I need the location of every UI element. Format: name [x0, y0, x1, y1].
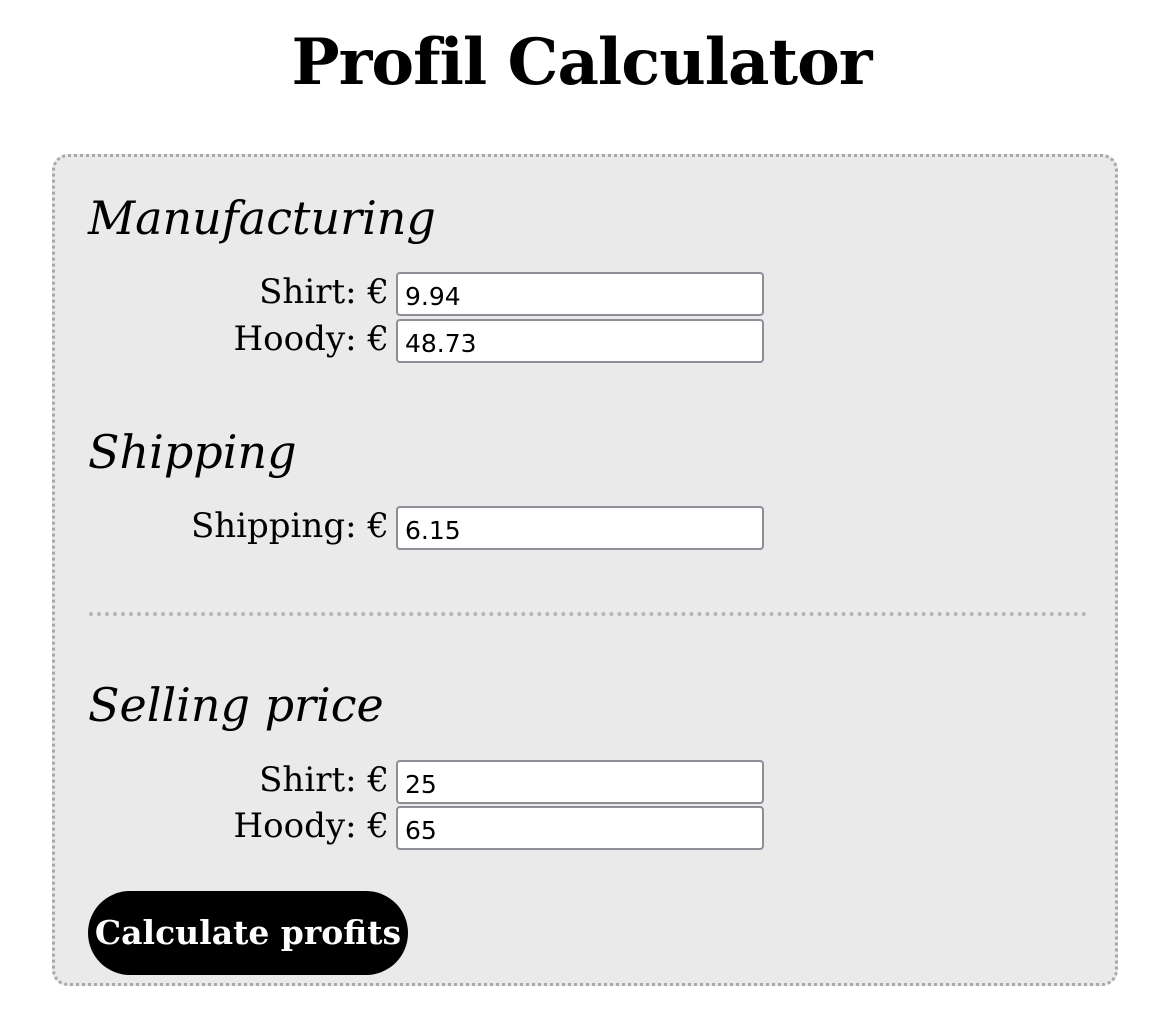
- selling-shirt-row: Shirt: €: [55, 760, 775, 804]
- shipping-row: Shipping: €: [55, 506, 775, 550]
- manufacturing-shirt-input[interactable]: [396, 272, 764, 316]
- manufacturing-shirt-row: Shirt: €: [55, 272, 775, 316]
- manufacturing-hoody-row: Hoody: €: [55, 319, 775, 363]
- selling-shirt-label: Shirt: €: [259, 760, 389, 800]
- section-divider: [89, 612, 1087, 616]
- calculator-form: Manufacturing Shirt: € Hoody: € Shipping…: [52, 154, 1118, 986]
- selling-price-heading: Selling price: [88, 678, 384, 732]
- manufacturing-hoody-input[interactable]: [396, 319, 764, 363]
- manufacturing-shirt-label: Shirt: €: [259, 272, 389, 312]
- calculate-profits-button[interactable]: Calculate profits: [88, 891, 408, 975]
- selling-shirt-input[interactable]: [396, 760, 764, 804]
- manufacturing-heading: Manufacturing: [88, 191, 436, 245]
- selling-hoody-input[interactable]: [396, 806, 764, 850]
- page-title: Profil Calculator: [291, 25, 873, 100]
- shipping-heading: Shipping: [88, 425, 297, 479]
- selling-hoody-row: Hoody: €: [55, 806, 775, 850]
- manufacturing-hoody-label: Hoody: €: [233, 319, 389, 359]
- selling-hoody-label: Hoody: €: [233, 806, 389, 846]
- shipping-input[interactable]: [396, 506, 764, 550]
- shipping-label: Shipping: €: [190, 506, 389, 546]
